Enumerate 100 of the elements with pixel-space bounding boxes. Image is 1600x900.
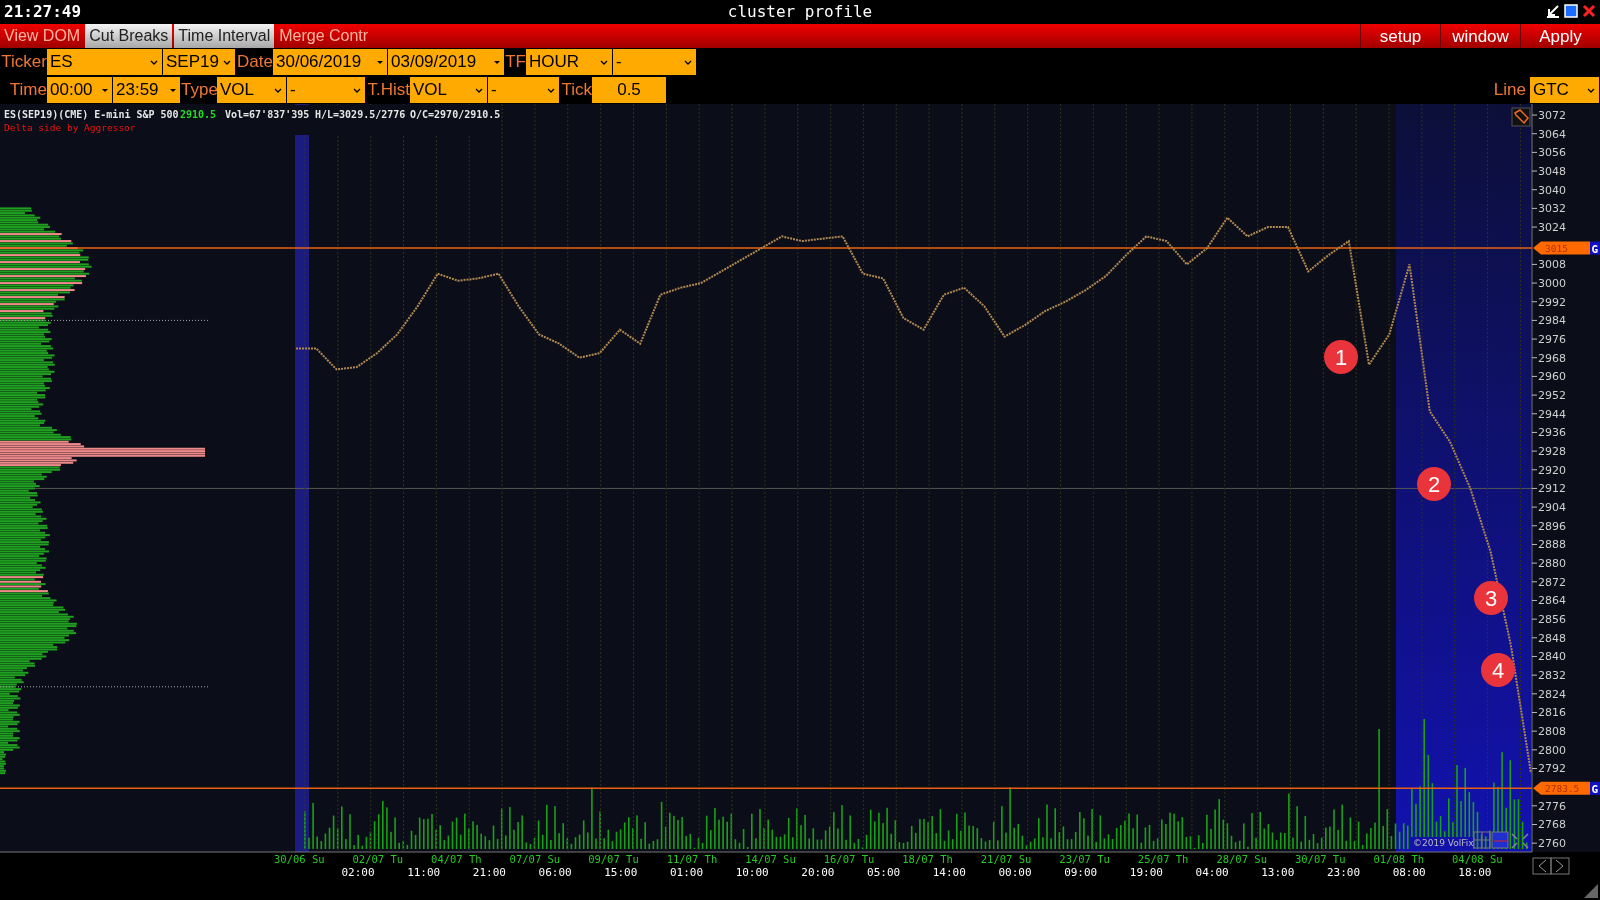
field-label: Ticker <box>0 51 47 73</box>
field-label: Type <box>181 79 217 101</box>
ref-line-label: 2783.5 <box>1545 782 1580 794</box>
minimize-icon[interactable] <box>1546 4 1560 18</box>
close-icon[interactable] <box>1582 4 1596 18</box>
time-label: 15:00 <box>604 866 638 879</box>
date-label: 09/07 Tu <box>588 853 639 865</box>
menu-toggle[interactable]: Merge Contr <box>275 24 373 48</box>
date-label: 21/07 Su <box>980 853 1032 865</box>
dropdown[interactable]: ES <box>47 49 163 75</box>
axis-label: 3072 <box>1538 109 1566 123</box>
field-label: Time <box>8 79 47 101</box>
axis-label: 2800 <box>1538 743 1566 757</box>
date-label: 16/07 Tu <box>823 853 875 865</box>
date-label: 04/07 Th <box>431 853 482 865</box>
axis-label: 2912 <box>1538 482 1566 496</box>
time-label: 13:00 <box>1261 866 1295 879</box>
chart-info: ES(SEP19)(CME) E-mini S&P 500 <box>4 109 179 120</box>
field-label: Tick <box>560 79 592 101</box>
dropdown[interactable]: 30/06/2019 <box>273 49 388 75</box>
field-label: T.Hist <box>366 79 410 101</box>
clock: 21:27:49 <box>3 2 82 21</box>
dropdown[interactable]: 03/09/2019 <box>388 49 505 75</box>
tag-icon[interactable] <box>1511 107 1531 127</box>
menu-button[interactable]: Apply <box>1520 24 1600 48</box>
axis-label: 2936 <box>1538 426 1566 440</box>
axis-label: 2792 <box>1538 762 1566 776</box>
date-label: 23/07 Tu <box>1059 853 1110 865</box>
resize-grip-icon[interactable] <box>1584 884 1598 898</box>
axis-label: 2880 <box>1538 557 1566 571</box>
date-label: 02/07 Tu <box>352 853 404 865</box>
axis-label: 2776 <box>1538 799 1566 813</box>
axis-label: 3056 <box>1538 146 1566 160</box>
dropdown[interactable]: VOL <box>217 77 287 103</box>
copyright-text: ©2019 VolFix <box>1413 838 1474 848</box>
window-title: cluster profile <box>727 2 873 21</box>
time-label: 23:00 <box>1326 866 1361 879</box>
expand-icon[interactable] <box>1511 833 1529 849</box>
scroll-right-icon[interactable] <box>1550 857 1570 875</box>
dropdown[interactable]: HOUR <box>526 49 613 75</box>
time-label: 20:00 <box>801 866 835 879</box>
time-label: 11:00 <box>407 866 441 879</box>
axis-label: 2832 <box>1538 669 1566 683</box>
date-label: 11/07 Th <box>666 853 718 865</box>
time-label: 01:00 <box>669 866 704 879</box>
axis-label: 3024 <box>1538 221 1566 235</box>
date-label: 07/07 Su <box>509 853 561 865</box>
axis-label: 2960 <box>1538 370 1566 384</box>
number-marker: 2 <box>1417 467 1451 501</box>
axis-label: 2856 <box>1538 613 1566 627</box>
time-label: 05:00 <box>867 866 901 879</box>
axis-label: 2920 <box>1538 463 1566 477</box>
menu-toggle[interactable]: Cut Breaks <box>85 24 173 48</box>
menu-button[interactable]: setup <box>1360 24 1440 48</box>
date-label: 04/08 Su <box>1452 853 1503 865</box>
axis-label: 2968 <box>1538 351 1566 365</box>
axis-label: 2984 <box>1538 314 1566 328</box>
dropdown[interactable]: - <box>287 77 366 103</box>
axis-label: 3032 <box>1538 202 1566 216</box>
dropdown[interactable]: 23:59 <box>113 77 181 103</box>
dropdown[interactable]: GTC <box>1530 77 1600 103</box>
date-label: 30/06 Su <box>274 853 325 865</box>
axis-label: 2952 <box>1538 389 1566 403</box>
tag-badge: G <box>1590 781 1600 796</box>
date-label: 30/07 Tu <box>1294 853 1346 865</box>
axis-label: 2896 <box>1538 519 1566 533</box>
axis-label: 3064 <box>1538 127 1566 141</box>
time-label: 21:00 <box>472 866 506 879</box>
chart-note: Delta side by Aggressor <box>4 122 136 133</box>
number-marker: 1 <box>1324 340 1358 374</box>
field-label: Line <box>1493 79 1527 101</box>
axis-label: 2888 <box>1538 538 1566 552</box>
date-label: 28/07 Su <box>1216 853 1267 865</box>
time-label: 08:00 <box>1392 866 1426 879</box>
chart-info: O/C=2970/2910.5 <box>410 109 501 120</box>
axis-label: 2816 <box>1538 706 1566 720</box>
input-field[interactable]: 0.5 <box>592 77 667 103</box>
dropdown[interactable]: SEP19 <box>163 49 236 75</box>
dropdown[interactable]: VOL <box>410 77 488 103</box>
time-label: 10:00 <box>735 866 769 879</box>
axis-label: 2992 <box>1538 295 1566 309</box>
number-marker: 3 <box>1474 581 1508 615</box>
date-label: 01/08 Th <box>1373 853 1425 865</box>
menu-button[interactable]: window <box>1440 24 1520 48</box>
chart-info: H/L=3029.5/2776 <box>315 109 406 120</box>
scroll-left-icon[interactable] <box>1532 857 1552 875</box>
axis-label: 2824 <box>1538 687 1566 701</box>
axis-label: 3040 <box>1538 183 1566 197</box>
axis-label: 2872 <box>1538 575 1566 589</box>
axis-label: 2976 <box>1538 333 1566 347</box>
axis-label: 2928 <box>1538 445 1566 459</box>
grid-icon[interactable] <box>1473 831 1491 849</box>
menu-toggle[interactable]: Time Interval <box>174 24 275 48</box>
dropdown[interactable]: - <box>488 77 560 103</box>
axis-label: 3000 <box>1538 277 1566 291</box>
dropdown[interactable]: 00:00 <box>47 77 113 103</box>
date-label: 25/07 Th <box>1137 853 1189 865</box>
menu-toggle[interactable]: View DOM <box>0 24 85 48</box>
axis-label: 2760 <box>1538 837 1566 851</box>
dropdown[interactable]: - <box>613 49 697 75</box>
